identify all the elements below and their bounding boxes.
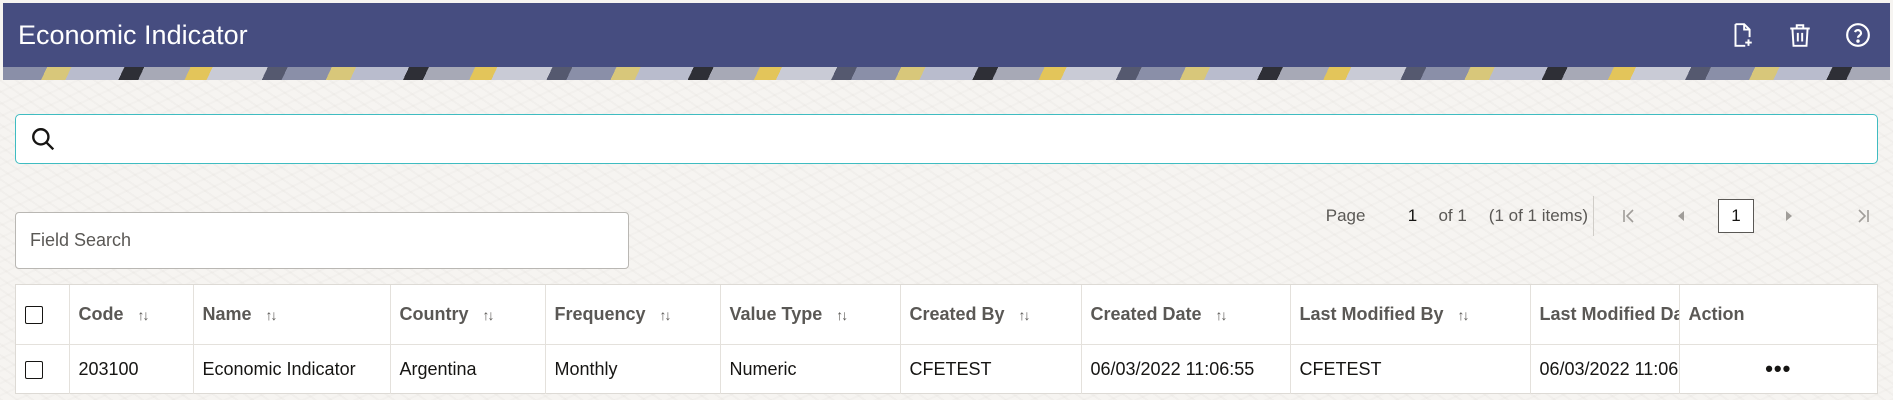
field-search-input[interactable] (30, 230, 628, 251)
prev-page-button[interactable] (1666, 201, 1696, 231)
column-header-action: Action (1679, 285, 1877, 344)
page-label: Page (1325, 206, 1366, 225)
field-search[interactable] (15, 212, 629, 269)
row-checkbox[interactable] (25, 361, 43, 379)
column-label: Name (202, 303, 252, 324)
column-header-code[interactable]: Code ↑↓ (69, 285, 194, 344)
cell-created-by: CFETEST (900, 344, 1082, 394)
pager-divider (1593, 196, 1594, 236)
trash-icon (1790, 24, 1810, 47)
page-total: of 1 (1438, 206, 1467, 225)
current-page-input[interactable]: 1 (1398, 206, 1426, 226)
sort-icon[interactable]: ↑↓ (1458, 307, 1470, 323)
column-header-last-modified-date[interactable]: Last Modified Date↑↓ (1530, 285, 1680, 344)
sort-icon[interactable]: ↑↓ (1216, 307, 1228, 323)
search-input[interactable] (68, 115, 1877, 163)
cell-created-date: 06/03/2022 11:06:55 (1081, 344, 1291, 394)
sort-icon[interactable]: ↑↓ (138, 307, 150, 323)
help-icon (1846, 23, 1870, 47)
page-title: Economic Indicator (18, 19, 248, 50)
select-all-cell (16, 285, 70, 344)
column-header-created-by[interactable]: Created By ↑↓ (900, 285, 1082, 344)
next-page-icon (1786, 211, 1792, 221)
column-label: Last Modified Date (1539, 303, 1679, 324)
row-select-cell (16, 344, 70, 394)
cell-last-modified-date: 06/03/2022 11:06:55 (1530, 344, 1680, 394)
first-page-button[interactable] (1614, 201, 1644, 231)
column-label: Action (1688, 303, 1745, 324)
items-count: (1 of 1 items) (1488, 206, 1588, 225)
column-header-country[interactable]: Country ↑↓ (390, 285, 546, 344)
add-button[interactable] (1728, 21, 1756, 49)
cell-code: 203100 (69, 344, 194, 394)
pagination: Page 1 of 1 (1 of 1 items) 1 (1326, 196, 1878, 236)
column-label: Created By (909, 303, 1005, 324)
sort-icon[interactable]: ↑↓ (1019, 307, 1031, 323)
last-page-button[interactable] (1848, 201, 1878, 231)
sort-icon[interactable]: ↑↓ (836, 307, 848, 323)
cell-country: Argentina (390, 344, 546, 394)
table-row[interactable]: 203100 Economic Indicator Argentina Mont… (16, 344, 1877, 394)
search-bar[interactable] (15, 114, 1878, 164)
column-label: Country (399, 303, 469, 324)
cell-name: Economic Indicator (193, 344, 391, 394)
column-label: Last Modified By (1299, 303, 1444, 324)
help-button[interactable] (1844, 21, 1872, 49)
cell-frequency: Monthly (545, 344, 721, 394)
last-page-icon (1858, 209, 1869, 223)
column-header-last-modified-by[interactable]: Last Modified By ↑↓ (1290, 285, 1531, 344)
page-button-1[interactable]: 1 (1718, 199, 1754, 233)
table-header-row: Code ↑↓ Name ↑↓ Country ↑↓ Frequency ↑↓ Valu… (16, 285, 1877, 344)
header-actions (1728, 21, 1872, 49)
page-header: Economic Indicator (3, 3, 1890, 67)
column-header-created-date[interactable]: Created Date ↑↓ (1081, 285, 1291, 344)
sort-icon[interactable]: ↑↓ (483, 307, 495, 323)
header-banner (3, 67, 1890, 80)
cell-last-modified-by: CFETEST (1290, 344, 1531, 394)
row-actions-button[interactable]: ••• (1679, 344, 1877, 394)
search-icon (32, 128, 55, 151)
column-header-value-type[interactable]: Value Type ↑↓ (720, 285, 901, 344)
first-page-icon (1623, 209, 1634, 223)
delete-button[interactable] (1786, 21, 1814, 49)
sort-icon[interactable]: ↑↓ (660, 307, 672, 323)
next-page-button[interactable] (1774, 201, 1804, 231)
add-document-icon (1734, 23, 1752, 47)
sort-icon[interactable]: ↑↓ (266, 307, 278, 323)
column-header-frequency[interactable]: Frequency ↑↓ (545, 285, 721, 344)
select-all-checkbox[interactable] (25, 306, 43, 324)
cell-value-type: Numeric (720, 344, 901, 394)
column-label: Frequency (554, 303, 646, 324)
column-label: Value Type (729, 303, 823, 324)
column-label: Created Date (1090, 303, 1202, 324)
column-label: Code (78, 303, 124, 324)
data-table: Code ↑↓ Name ↑↓ Country ↑↓ Frequency ↑↓ Valu… (15, 284, 1878, 394)
prev-page-icon (1678, 211, 1684, 221)
column-header-name[interactable]: Name ↑↓ (193, 285, 391, 344)
